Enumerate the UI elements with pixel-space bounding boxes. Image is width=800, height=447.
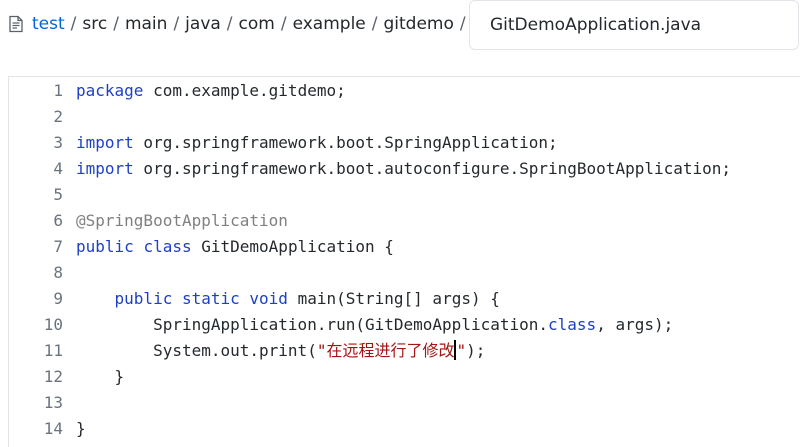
string-token: "在远程进行了修改: [316, 341, 455, 360]
code-line[interactable]: 5: [9, 182, 800, 208]
filename-input[interactable]: [469, 0, 799, 50]
breadcrumb-item-main[interactable]: main: [125, 14, 167, 34]
file-header: test / src / main / java / com / example…: [0, 0, 800, 52]
breadcrumb-item-com[interactable]: com: [239, 14, 275, 34]
breadcrumb-separator: /: [173, 14, 180, 34]
keyword-token: void: [249, 289, 288, 308]
keyword-token: import: [76, 159, 134, 178]
breadcrumb-item-src[interactable]: src: [82, 14, 107, 34]
breadcrumb-separator: /: [280, 14, 287, 34]
code-token: , args);: [596, 315, 674, 334]
code-line[interactable]: 4 import org.springframework.boot.autocon…: [9, 156, 800, 182]
keyword-token: import: [76, 133, 134, 152]
line-number: 13: [43, 393, 63, 412]
code-token: com.example.gitdemo;: [143, 81, 346, 100]
line-number: 9: [53, 289, 63, 308]
breadcrumb-separator: /: [371, 14, 378, 34]
code-line[interactable]: 7 public class GitDemoApplication {: [9, 234, 800, 260]
code-line[interactable]: 13: [9, 390, 800, 416]
line-number: 7: [53, 237, 63, 256]
keyword-token: public: [76, 237, 134, 256]
code-text: SpringApplication.run(GitDemoApplication…: [76, 312, 673, 338]
code-text: public static void main(String[] args) {: [76, 286, 500, 312]
line-number: 6: [53, 211, 63, 230]
code-token: org.springframework.boot.autoconfigure.S…: [133, 159, 732, 178]
code-token: }: [76, 367, 125, 386]
code-text: }: [76, 416, 86, 442]
code-text: System.out.print("在远程进行了修改 ");: [76, 338, 485, 364]
code-token: }: [76, 419, 86, 438]
code-line[interactable]: 10 SpringApplication.run(GitDemoApplicat…: [9, 312, 800, 338]
code-line[interactable]: 6 @SpringBootApplication: [9, 208, 800, 234]
code-token: System.out.print(: [76, 341, 317, 360]
string-token: ": [456, 341, 467, 360]
breadcrumb-separator: /: [226, 14, 233, 34]
keyword-token: package: [76, 81, 144, 100]
breadcrumb-separator: /: [113, 14, 119, 34]
line-number: 2: [53, 107, 63, 126]
line-number: 14: [43, 419, 63, 438]
code-text: import org.springframework.boot.SpringAp…: [76, 130, 558, 156]
keyword-token: static: [181, 289, 240, 308]
code-token: SpringApplication.run(GitDemoApplication…: [76, 315, 549, 334]
breadcrumb-separator: /: [70, 14, 77, 34]
line-number: 1: [53, 81, 63, 100]
code-line[interactable]: 2: [9, 104, 800, 130]
line-number: 5: [53, 185, 63, 204]
code-line[interactable]: 1 package com.example.gitdemo;: [9, 78, 800, 104]
code-text: package com.example.gitdemo;: [76, 78, 346, 104]
code-token: );: [466, 341, 486, 360]
breadcrumb-item-gitdemo[interactable]: gitdemo: [383, 14, 453, 34]
line-number: 12: [43, 367, 63, 386]
breadcrumb-separator: /: [459, 14, 466, 34]
code-line[interactable]: 3 import org.springframework.boot.SpringA…: [9, 130, 800, 156]
breadcrumb: test / src / main / java / com / example…: [8, 11, 472, 37]
line-number: 4: [53, 159, 63, 178]
code-text: @SpringBootApplication: [76, 208, 288, 234]
keyword-token: class: [143, 237, 192, 256]
file-code-icon: [8, 15, 24, 33]
breadcrumb-repo-link[interactable]: test: [32, 14, 65, 34]
code-text: public class GitDemoApplication {: [76, 234, 394, 260]
code-editor[interactable]: 1 package com.example.gitdemo; 2 3 import or…: [8, 76, 800, 447]
line-number: 8: [53, 263, 63, 282]
code-line[interactable]: 12 }: [9, 364, 800, 390]
line-number: 11: [43, 341, 63, 360]
code-token: GitDemoApplication {: [191, 237, 394, 256]
code-token: main(String[] args) {: [287, 289, 500, 308]
code-token: org.springframework.boot.SpringApplicati…: [133, 133, 558, 152]
code-line[interactable]: 14}: [9, 416, 800, 442]
line-number: 10: [43, 315, 63, 334]
line-number: 3: [53, 133, 63, 152]
annotation-token: @SpringBootApplication: [76, 211, 288, 230]
breadcrumb-item-java[interactable]: java: [185, 14, 221, 34]
code-line[interactable]: 9 public static void main(String[] args)…: [9, 286, 800, 312]
code-text: import org.springframework.boot.autoconf…: [76, 156, 731, 182]
keyword-token: class: [548, 315, 597, 334]
code-line[interactable]: 8: [9, 260, 800, 286]
code-line[interactable]: 11 System.out.print("在远程进行了修改 ");: [9, 338, 800, 364]
breadcrumb-item-example[interactable]: example: [293, 14, 366, 34]
code-text: }: [76, 364, 125, 390]
keyword-token: public: [114, 289, 173, 308]
